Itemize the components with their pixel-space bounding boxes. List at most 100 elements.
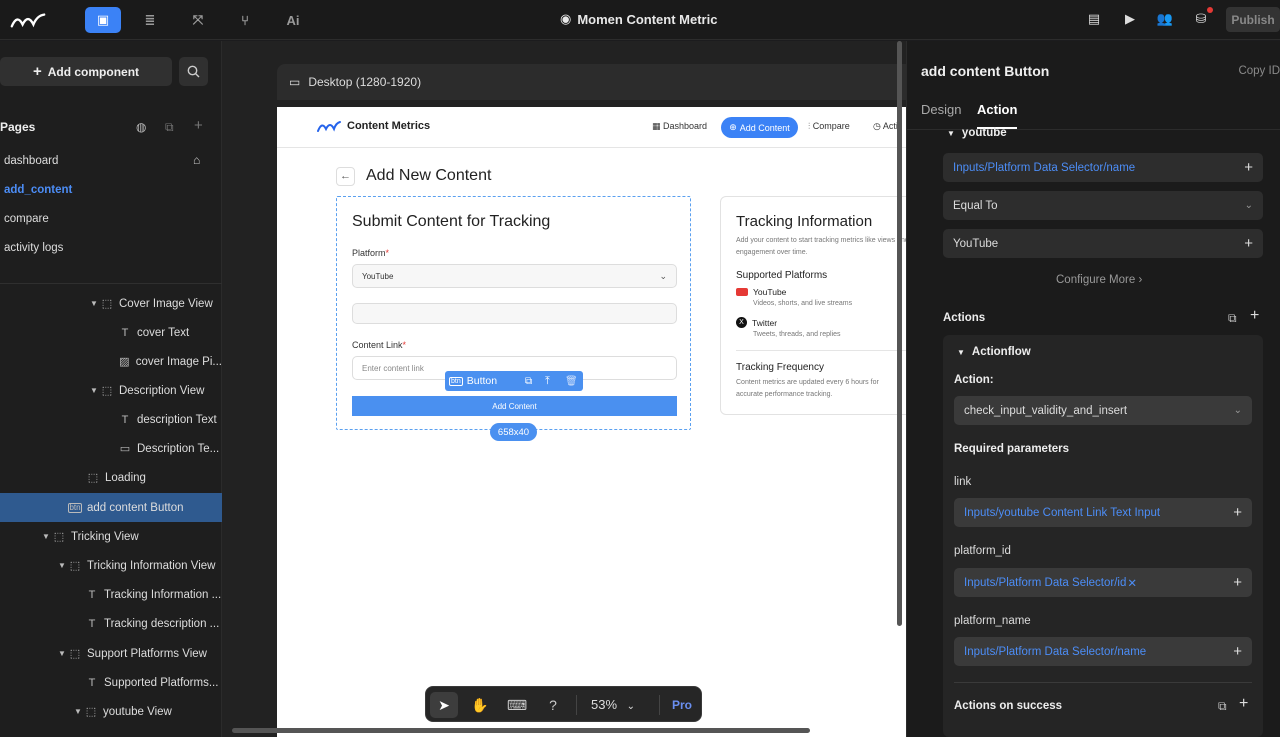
tree-item[interactable]: ▼ ⬚ Tricking Information View (0, 551, 222, 580)
param-name: platform_id (954, 545, 1011, 557)
publish-button[interactable]: Publish (1226, 7, 1280, 32)
plus-icon[interactable]: + (1244, 235, 1253, 252)
play-icon[interactable]: ▶ (1121, 10, 1139, 28)
configure-more-link[interactable]: Configure More › (1056, 274, 1142, 286)
divider (659, 695, 660, 715)
users-icon[interactable]: 👥 (1156, 10, 1174, 28)
move-up-icon[interactable]: ⤒ (545, 375, 550, 388)
ai-icon[interactable]: Ai (275, 7, 311, 33)
add-page-icon[interactable]: + (194, 117, 203, 134)
nav-compare[interactable]: ⫶ Compare (808, 121, 850, 132)
page-item-add-content[interactable]: add_content (4, 184, 72, 196)
nav-add-content[interactable]: ⊕ Add Content (721, 117, 798, 138)
tree-item[interactable]: ▼ ⬚ Cover Image View (0, 289, 222, 318)
nav-activity[interactable]: ◷ Acti (873, 121, 898, 132)
add-component-button[interactable]: + Add component (0, 57, 172, 86)
duplicate-icon[interactable]: ⧉ (1218, 699, 1227, 714)
select-parent-icon[interactable]: ⧉ (525, 376, 532, 387)
hierarchy-icon[interactable]: ⑂ (227, 7, 263, 33)
frequency-heading: Tracking Frequency (736, 362, 824, 373)
tree-item[interactable]: ▨ cover Image Pi... (0, 347, 222, 376)
container-icon: ⬚ (85, 706, 97, 718)
vertical-scrollbar[interactable] (897, 41, 902, 626)
tree-item[interactable]: ▭ Description Te... (0, 434, 222, 463)
add-success-action-icon[interactable]: + (1239, 695, 1248, 713)
tree-item[interactable]: Tdescription Text (0, 405, 222, 434)
caret-down-icon[interactable]: ▼ (56, 561, 68, 570)
search-button[interactable] (179, 57, 208, 86)
chevron-down-icon: ⌄ (1244, 200, 1253, 211)
duplicate-icon[interactable]: ⧉ (1228, 311, 1237, 326)
submit-form-card[interactable]: Submit Content for Tracking Platform* Yo… (336, 196, 691, 441)
help-icon[interactable]: ? (539, 692, 567, 718)
copy-id-button[interactable]: Copy ID (1238, 65, 1280, 77)
folder-add-icon[interactable]: ⧉ (165, 120, 174, 135)
action-select[interactable]: check_input_validity_and_insert ⌄ (954, 396, 1252, 425)
condition-right-field[interactable]: YouTube + (943, 229, 1263, 258)
layers-icon[interactable]: ◍ (136, 120, 146, 134)
add-content-button[interactable]: Add Content (352, 396, 677, 416)
tree-item[interactable]: ▼ ⬚ youtube View (0, 697, 222, 726)
param-platform-id-field[interactable]: Inputs/Platform Data Selector/id ✕ + (954, 568, 1252, 597)
home-icon[interactable]: ⌂ (193, 153, 200, 167)
tree-item[interactable]: ⬚ Loading (0, 463, 222, 492)
required-star: * (402, 340, 407, 350)
settings-doc-icon[interactable]: ▤ (1085, 10, 1103, 28)
delete-icon[interactable]: 🗑 (565, 376, 578, 387)
actions-heading: Actions (943, 312, 986, 324)
condition-group[interactable]: ▼ youtube (947, 127, 1007, 139)
tree-item[interactable]: ▼ ⬚ Support Platforms View (0, 639, 222, 668)
tree-item[interactable]: T Tracking Information ... (0, 580, 222, 609)
tree-item[interactable]: T Supported Platforms... (0, 668, 222, 697)
selection-chip[interactable]: btn Button ⧉ ⤒ 🗑 (445, 371, 583, 391)
page-item-dashboard[interactable]: dashboard (4, 155, 58, 167)
database-icon[interactable]: ≣ (132, 7, 168, 33)
caret-down-icon[interactable]: ▼ (40, 532, 52, 541)
caret-down-icon[interactable]: ▼ (88, 299, 100, 308)
caret-down-icon[interactable]: ▼ (72, 707, 84, 716)
param-link-field[interactable]: Inputs/youtube Content Link Text Input + (954, 498, 1252, 527)
platform-extra-input[interactable] (352, 303, 677, 324)
keyboard-icon[interactable]: ⌨ (503, 692, 531, 718)
param-platform-name-field[interactable]: Inputs/Platform Data Selector/name + (954, 637, 1252, 666)
tab-design[interactable]: Design (921, 102, 961, 117)
tree-item[interactable]: ▼ ⬚ Tricking View (0, 522, 222, 551)
database-status-icon[interactable]: ⛁ (1192, 7, 1213, 28)
zoom-select[interactable]: 53% ⌄ (591, 697, 635, 712)
tracking-info-card[interactable]: Tracking Information Add your content to… (720, 196, 906, 415)
action-label: Action: (954, 374, 994, 386)
select-cursor-icon[interactable]: ➤ (430, 692, 458, 718)
tree-item-selected[interactable]: btn add content Button (0, 493, 222, 522)
actionflow-toggle[interactable]: ▼ Actionflow (957, 346, 1031, 358)
plus-icon[interactable]: + (1233, 504, 1242, 521)
horizontal-scrollbar[interactable] (232, 728, 810, 733)
tree-item[interactable]: ▼ ⬚ Description View (0, 376, 222, 405)
plus-icon[interactable]: + (1233, 574, 1242, 591)
clear-icon[interactable]: ✕ (1127, 576, 1137, 590)
condition-left-field[interactable]: Inputs/Platform Data Selector/name + (943, 153, 1263, 182)
youtube-desc: Videos, shorts, and live streams (753, 300, 853, 307)
pages-icon[interactable]: ▣ (85, 7, 121, 33)
hand-icon[interactable]: ✋ (466, 692, 494, 718)
device-bar[interactable]: ▭ Desktop (1280-1920) (277, 64, 906, 100)
nav-dashboard[interactable]: ▦ Dashboard (652, 121, 707, 132)
page-item-compare[interactable]: compare (4, 213, 49, 225)
caret-down-icon[interactable]: ▼ (56, 649, 68, 658)
page-frame[interactable]: Content Metrics ▦ Dashboard ⊕ Add Content… (277, 107, 906, 737)
platform-select[interactable]: YouTube ⌄ (352, 264, 677, 288)
actionflow-icon[interactable]: ⤧ (180, 7, 216, 33)
tree-item[interactable]: Tcover Text (0, 318, 222, 347)
tab-action[interactable]: Action (977, 102, 1017, 117)
caret-down-icon[interactable]: ▼ (88, 386, 100, 395)
operator-select[interactable]: Equal To ⌄ (943, 191, 1263, 220)
back-arrow-icon[interactable]: ← (336, 167, 355, 186)
pro-badge[interactable]: Pro (672, 698, 692, 712)
add-action-icon[interactable]: + (1250, 307, 1259, 325)
page-item-activity-logs[interactable]: activity logs (4, 242, 63, 254)
plus-icon[interactable]: + (1244, 159, 1253, 176)
tree-item[interactable]: T Tracking description ... (0, 609, 222, 638)
plus-icon[interactable]: + (1233, 643, 1242, 660)
actionflow-box: ▼ Actionflow Action: check_input_validity… (943, 335, 1263, 737)
momen-logo-icon[interactable] (10, 7, 46, 33)
inner-brand[interactable]: Content Metrics (317, 120, 430, 132)
